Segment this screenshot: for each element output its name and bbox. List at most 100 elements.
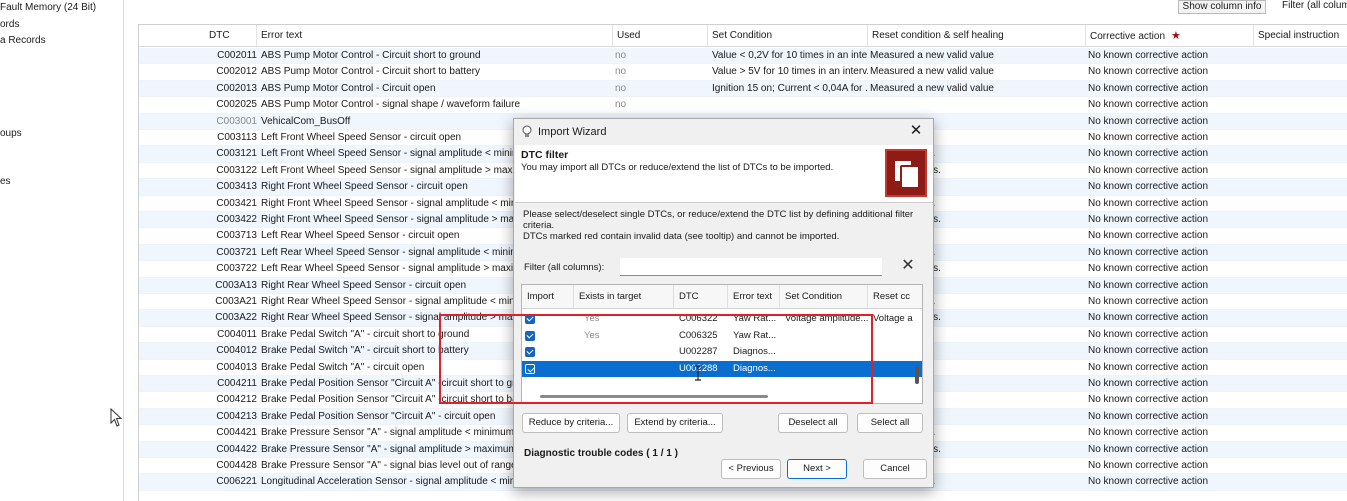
clear-filter-icon[interactable]: ✕ xyxy=(898,257,918,275)
reduce-by-criteria-button[interactable]: Reduce by criteria... xyxy=(522,413,620,433)
import-documents-logo-icon xyxy=(885,149,927,197)
reset-condition-cell: Measured a new valid value xyxy=(870,82,994,94)
column-header-used[interactable]: Used xyxy=(613,25,708,47)
dtc-cell: C003001 xyxy=(216,115,257,127)
error-text-cell: ABS Pump Motor Control - Circuit short t… xyxy=(261,50,481,61)
corrective-action-cell: No known corrective action xyxy=(1088,132,1209,143)
corrective-action-cell: No known corrective action xyxy=(1088,50,1209,61)
error-text-cell: ABS Pump Motor Control - Circuit open xyxy=(261,82,436,94)
corrective-action-label: Corrective action xyxy=(1090,31,1166,42)
corrective-action-cell: No known corrective action xyxy=(1088,181,1209,193)
mouse-cursor-icon xyxy=(110,408,123,427)
vertical-scrollbar[interactable] xyxy=(914,310,920,402)
dtc-cell: C003413 xyxy=(216,181,257,193)
import-grid-header: Import Exists in target DTC Error text S… xyxy=(522,285,922,309)
extend-by-criteria-button[interactable]: Extend by criteria... xyxy=(627,413,723,433)
text-cursor-icon xyxy=(695,365,701,381)
required-star-icon: ★ xyxy=(1171,30,1181,42)
table-row[interactable]: C002025 ABS Pump Motor Control - signal s… xyxy=(139,97,1347,114)
set-condition-cell: Ignition 15 on; Current < 0,04A for ... xyxy=(712,82,868,94)
dtc-cell: C004428 xyxy=(216,460,257,471)
column-header-import-error-text[interactable]: Error text xyxy=(728,285,780,309)
reset-condition-cell: Measured a new valid value xyxy=(870,66,994,78)
corrective-action-cell: No known corrective action xyxy=(1088,443,1209,455)
dialog-filter-label: Filter (all columns): xyxy=(524,262,605,273)
dtc-cell: C003722 xyxy=(216,263,257,275)
dialog-filter-input[interactable] xyxy=(620,258,882,276)
error-text-cell: ABS Pump Motor Control - signal shape / … xyxy=(261,99,520,111)
cancel-button[interactable]: Cancel xyxy=(863,459,927,479)
corrective-action-cell: No known corrective action xyxy=(1088,410,1209,422)
column-header-import-set-condition[interactable]: Set Condition xyxy=(780,285,868,309)
used-cell: no xyxy=(615,99,627,111)
sidebar-item-records[interactable]: ords xyxy=(0,19,124,30)
corrective-action-cell: No known corrective action xyxy=(1088,460,1209,471)
set-condition-cell: Value > 5V for 10 times in an interv... xyxy=(712,66,868,78)
dialog-header-panel: DTC filter You may import all DTCs or re… xyxy=(515,145,933,203)
dtc-cell: C004211 xyxy=(217,378,257,389)
dialog-title-bar: Import Wizard ✕ xyxy=(514,119,933,145)
used-cell: no xyxy=(615,66,627,78)
deselect-all-button[interactable]: Deselect all xyxy=(778,413,848,433)
next-button[interactable]: Next > xyxy=(787,459,847,479)
table-row[interactable]: C002012 ABS Pump Motor Control - Circuit … xyxy=(139,64,1347,81)
sidebar-item-fault-memory[interactable]: Fault Memory (24 Bit) xyxy=(0,2,124,13)
table-row[interactable]: C002011 ABS Pump Motor Control - Circuit … xyxy=(139,48,1347,65)
select-all-button[interactable]: Select all xyxy=(857,413,923,433)
dtc-count-label: Diagnostic trouble codes ( 1 / 1 ) xyxy=(524,448,678,459)
dtc-cell: C003121 xyxy=(216,148,257,160)
reset-condition-cell xyxy=(870,97,1088,113)
dtc-cell: C004011 xyxy=(217,328,257,340)
corrective-action-cell: No known corrective action xyxy=(1088,361,1209,373)
close-icon[interactable]: ✕ xyxy=(907,122,925,140)
top-toolbar xyxy=(126,0,1347,22)
corrective-action-cell: No known corrective action xyxy=(1088,427,1209,439)
corrective-action-cell: No known corrective action xyxy=(1088,476,1209,488)
column-header-dtc[interactable]: DTC xyxy=(139,25,257,47)
corrective-action-cell: No known corrective action xyxy=(1088,164,1209,176)
dtc-cell: C003A21 xyxy=(215,296,257,307)
previous-button[interactable]: < Previous xyxy=(721,459,781,479)
dtc-cell: C003113 xyxy=(217,132,257,143)
dialog-instructions: Please select/deselect single DTCs, or r… xyxy=(523,209,923,242)
import-wizard-dialog: Import Wizard ✕ DTC filter You may impor… xyxy=(513,118,934,488)
column-header-import-reset[interactable]: Reset cc xyxy=(868,285,922,309)
lightbulb-icon xyxy=(522,125,532,137)
column-header-special-instruction[interactable]: Special instruction xyxy=(1254,25,1347,47)
scrollbar-thumb[interactable] xyxy=(915,366,919,384)
corrective-action-cell: No known corrective action xyxy=(1088,66,1209,78)
red-highlight-box xyxy=(439,314,873,404)
column-header-exists-in-target[interactable]: Exists in target xyxy=(574,285,674,309)
instruction-text-invalid: DTCs marked red contain invalid data (se… xyxy=(523,231,840,242)
dtc-cell: C004012 xyxy=(216,345,257,357)
column-header-error-text[interactable]: Error text xyxy=(257,25,613,47)
column-header-reset-condition[interactable]: Reset condition & self healing xyxy=(868,25,1086,47)
reset-condition-cell: Measured a new valid value xyxy=(870,50,994,61)
sidebar-item-groups[interactable]: oups xyxy=(0,128,124,139)
used-cell: no xyxy=(615,50,627,61)
dtc-cell: C003713 xyxy=(216,230,257,242)
dtc-cell: C002025 xyxy=(216,99,257,111)
instruction-text-select: Please select/deselect single DTCs, or r… xyxy=(523,209,914,231)
corrective-action-cell: No known corrective action xyxy=(1088,214,1209,225)
corrective-action-cell: No known corrective action xyxy=(1088,378,1209,389)
set-condition-cell: Value < 0,2V for 10 times in an inte... xyxy=(712,50,868,61)
column-header-set-condition[interactable]: Set Condition xyxy=(708,25,868,47)
sidebar-item-data-records[interactable]: a Records xyxy=(0,35,124,46)
column-header-corrective-action[interactable]: Corrective action ★ xyxy=(1086,25,1254,47)
dtc-cell: C003721 xyxy=(216,246,257,258)
show-column-info-button[interactable]: Show column info xyxy=(1178,0,1266,14)
corrective-action-cell: No known corrective action xyxy=(1088,99,1209,111)
dtc-cell: C002012 xyxy=(216,66,257,78)
corrective-action-cell: No known corrective action xyxy=(1088,246,1209,258)
column-header-import-dtc[interactable]: DTC xyxy=(674,285,728,309)
dtc-filter-heading: DTC filter xyxy=(521,149,569,161)
table-row[interactable]: C002013 ABS Pump Motor Control - Circuit … xyxy=(139,80,1347,98)
column-header-import[interactable]: Import xyxy=(522,285,574,309)
dtc-cell: C006221 xyxy=(216,476,257,488)
dtc-cell: C004013 xyxy=(216,361,257,373)
corrective-action-cell: No known corrective action xyxy=(1088,345,1209,357)
sidebar-item-es[interactable]: es xyxy=(0,176,124,187)
corrective-action-cell: No known corrective action xyxy=(1088,328,1209,340)
filter-all-columns-label: Filter (all columns) xyxy=(1282,0,1347,11)
